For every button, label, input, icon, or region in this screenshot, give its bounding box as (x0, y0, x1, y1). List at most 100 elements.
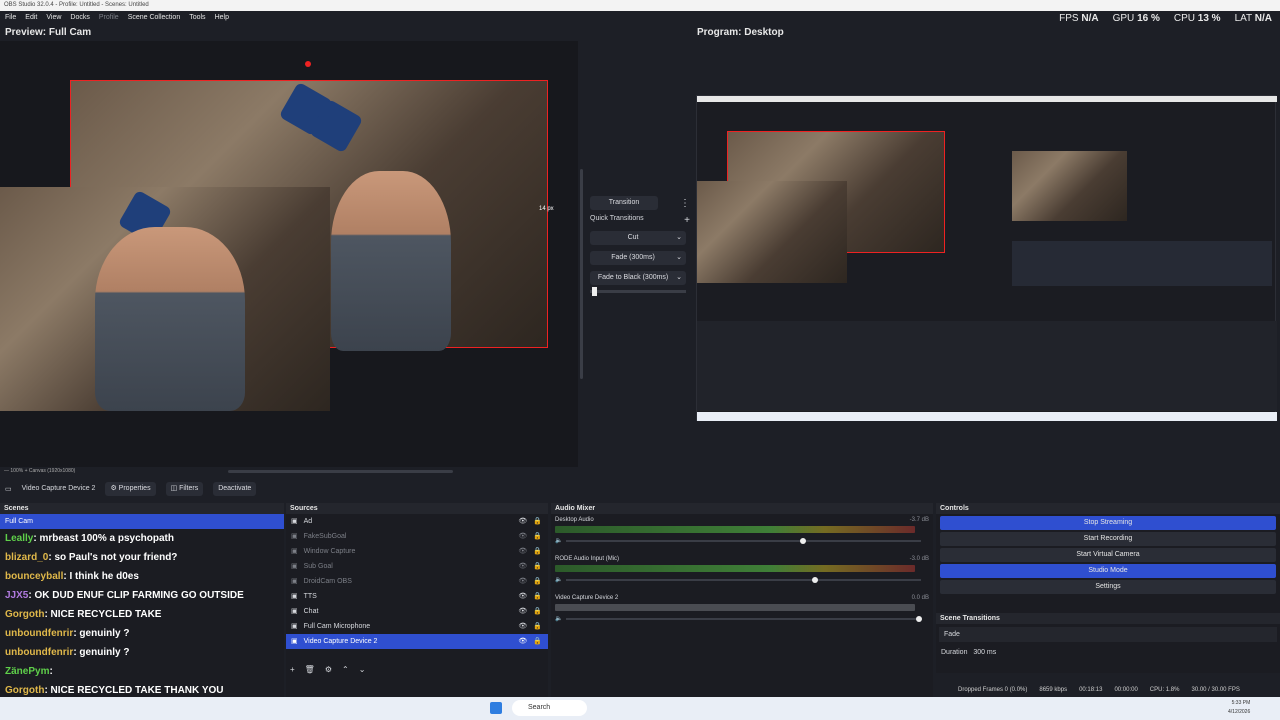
chat-message: Gorgoth: NICE RECYCLED TAKE (5, 609, 162, 620)
preview-canvas[interactable]: 14 px — 100% + Canvas (1920x1080) (0, 41, 583, 474)
program-title: Program: Desktop (697, 27, 784, 38)
controls-panel: Controls Stop Streaming Start Recording … (936, 503, 1280, 615)
menu-docks[interactable]: Docks (70, 11, 89, 25)
gear-icon[interactable]: ⚙ (325, 665, 332, 679)
filters-button[interactable]: ◫ Filters (165, 481, 204, 496)
menu-file[interactable]: File (5, 11, 16, 25)
preview-vscrollbar[interactable] (580, 169, 583, 379)
visibility-eye-icon[interactable]: 👁 (518, 574, 527, 589)
menu-profile[interactable]: Profile (99, 11, 119, 25)
menu-scene-collection[interactable]: Scene Collection (128, 11, 181, 25)
more-icon[interactable]: ⋮ (680, 198, 690, 209)
chat-overlay: Leally: mrbeast 100% a psychopath blizard… (0, 529, 284, 700)
duration-input[interactable]: 300 ms (973, 645, 996, 660)
source-item[interactable]: ▣ Window Capture 👁 🔒 (286, 544, 548, 559)
source-item[interactable]: ▣ FakeSubGoal 👁 🔒 (286, 529, 548, 544)
volume-meter (555, 565, 915, 572)
lock-icon[interactable]: 🔒 (533, 514, 542, 529)
visibility-eye-icon[interactable]: 👁 (518, 529, 527, 544)
add-icon[interactable]: + (290, 665, 295, 679)
quick-transitions-label: Quick Transitions (590, 215, 644, 222)
deactivate-button[interactable]: Deactivate (213, 481, 257, 496)
sources-toolbar: + 🗑 ⚙ ⌃ ⌄ (286, 665, 548, 679)
visibility-eye-icon[interactable]: 👁 (518, 634, 527, 649)
lock-icon[interactable]: 🔒 (533, 574, 542, 589)
source-item[interactable]: ▣ DroidCam OBS 👁 🔒 (286, 574, 548, 589)
start-virtual-camera-button[interactable]: Start Virtual Camera (940, 548, 1276, 562)
windows-start-icon[interactable] (490, 702, 502, 714)
transition-button[interactable]: Transition (590, 196, 658, 210)
stats-bar: FPS N/A GPU 16 % CPU 13 % LAT N/A (1059, 11, 1272, 27)
rotate-handle[interactable] (305, 61, 311, 67)
taskbar-search[interactable]: Search (512, 700, 587, 716)
source-type-icon: ▣ (291, 548, 298, 555)
settings-button[interactable]: Settings (940, 580, 1276, 594)
source-type-icon: ▣ (291, 533, 298, 540)
chat-message: ZänePym: (5, 666, 53, 677)
source-item[interactable]: ▣ Chat 👁 🔒 (286, 604, 548, 619)
add-icon[interactable]: + (684, 215, 690, 226)
taskbar-clock: 5:33 PM 4/12/2026 (1228, 700, 1251, 715)
chat-message: unboundfenrir: genuinly ? (5, 628, 130, 639)
menu-view[interactable]: View (46, 11, 61, 25)
visibility-eye-icon[interactable]: 👁 (518, 619, 527, 634)
lock-icon[interactable]: 🔒 (533, 589, 542, 604)
lock-icon[interactable]: 🔒 (533, 559, 542, 574)
lock-icon[interactable]: 🔒 (533, 604, 542, 619)
menu-tools[interactable]: Tools (189, 11, 205, 25)
preview-title: Preview: Full Cam (5, 27, 92, 38)
source-type-icon: ▣ (291, 578, 298, 585)
visibility-eye-icon[interactable]: 👁 (518, 589, 527, 604)
source-type-icon: ▣ (291, 518, 298, 525)
program-view (696, 95, 1277, 421)
visibility-eye-icon[interactable]: 👁 (518, 514, 527, 529)
selected-source-name: Video Capture Device 2 (21, 485, 96, 492)
audio-mixer-panel: Audio Mixer Desktop Audio -3.7 dB 🔈 RODE Au… (551, 503, 933, 697)
properties-button[interactable]: ⚙ Properties (105, 481, 156, 496)
trash-icon[interactable]: 🗑 (305, 665, 315, 679)
channel-db: 0.0 dB (911, 595, 929, 601)
source-item[interactable]: ▣ TTS 👁 🔒 (286, 589, 548, 604)
studio-mode-button[interactable]: Studio Mode (940, 564, 1276, 578)
start-recording-button[interactable]: Start Recording (940, 532, 1276, 546)
menu-edit[interactable]: Edit (25, 11, 37, 25)
chevron-up-icon[interactable]: ⌃ (342, 665, 349, 679)
sources-header: Sources (286, 503, 548, 514)
transition-slider[interactable] (590, 287, 686, 296)
source-item[interactable]: ▣ Full Cam Microphone 👁 🔒 (286, 619, 548, 634)
preview-scrollbar[interactable] (228, 470, 453, 473)
status-bar: Dropped Frames 0 (0.0%) 8659 kbps 00:18:… (958, 684, 1240, 696)
scene-item-full-cam[interactable]: Full Cam (0, 514, 284, 529)
taskbar: Search 5:33 PM 4/12/2026 (0, 697, 1280, 720)
visibility-eye-icon[interactable]: 👁 (518, 544, 527, 559)
video-capture-source[interactable] (0, 187, 330, 411)
speaker-icon[interactable]: 🔈 (555, 615, 562, 622)
source-item[interactable]: ▣ Sub Goal 👁 🔒 (286, 559, 548, 574)
speaker-icon[interactable]: 🔈 (555, 576, 562, 583)
stop-streaming-button[interactable]: Stop Streaming (940, 516, 1276, 530)
source-item[interactable]: ▣ Video Capture Device 2 👁 🔒 (286, 634, 548, 649)
speaker-icon[interactable]: 🔈 (555, 537, 562, 544)
window-titlebar: OBS Studio 32.0.4 - Profile: Untitled - … (0, 0, 1280, 11)
quick-transition-fade-black[interactable]: Fade to Black (300ms) ⌄ (590, 271, 686, 285)
px-label: 14 px (539, 206, 554, 212)
lock-icon[interactable]: 🔒 (533, 544, 542, 559)
lock-icon[interactable]: 🔒 (533, 619, 542, 634)
volume-slider[interactable] (566, 537, 922, 544)
audio-mixer-header: Audio Mixer (551, 503, 933, 514)
transition-select[interactable]: Fade (939, 627, 1277, 642)
lock-icon[interactable]: 🔒 (533, 529, 542, 544)
chevron-down-icon[interactable]: ⌄ (359, 665, 366, 679)
lock-icon[interactable]: 🔒 (533, 634, 542, 649)
scene-transitions-header: Scene Transitions (936, 613, 1280, 624)
volume-slider[interactable] (566, 615, 923, 622)
quick-transition-fade[interactable]: Fade (300ms) ⌄ (590, 251, 686, 265)
quick-transition-cut[interactable]: Cut ⌄ (590, 231, 686, 245)
source-item[interactable]: ▣ Ad 👁 🔒 (286, 514, 548, 529)
visibility-eye-icon[interactable]: 👁 (518, 559, 527, 574)
volume-slider[interactable] (566, 576, 922, 583)
chat-message: bounceyball: I think he d0es (5, 571, 139, 582)
visibility-eye-icon[interactable]: 👁 (518, 604, 527, 619)
menu-help[interactable]: Help (215, 11, 229, 25)
scene-transitions-panel: Scene Transitions Fade Duration 300 ms (936, 613, 1280, 673)
